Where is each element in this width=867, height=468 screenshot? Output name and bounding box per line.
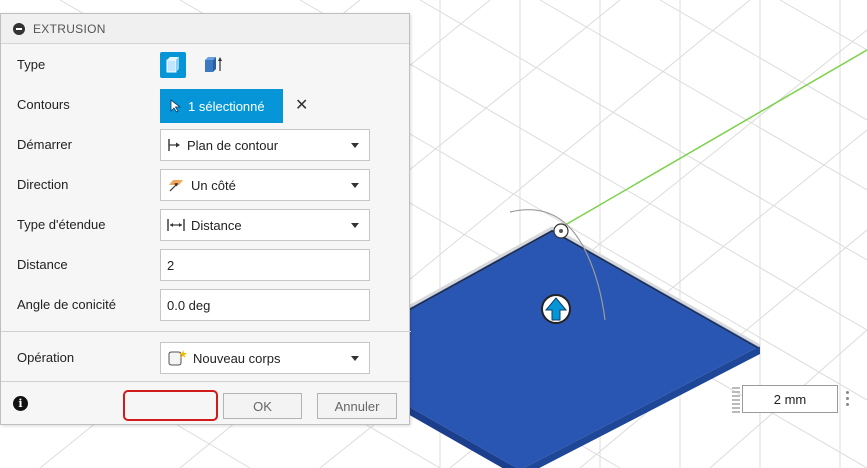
operation-value: Nouveau corps xyxy=(193,350,281,366)
solid-extrude-icon xyxy=(166,57,179,73)
type-label: Type xyxy=(17,57,46,72)
direction-value: Un côté xyxy=(191,177,236,193)
extent-type-dropdown[interactable]: Distance xyxy=(160,209,370,241)
taper-angle-label: Angle de conicité xyxy=(17,297,117,312)
chevron-down-icon xyxy=(351,183,359,188)
direction-dropdown[interactable]: Un côté xyxy=(160,169,370,201)
direction-row: Direction Un côté xyxy=(13,165,399,205)
start-label: Démarrer xyxy=(17,137,72,152)
extent-type-row: Type d'étendue Distance xyxy=(13,205,399,245)
start-row: Démarrer Plan de contour xyxy=(13,125,399,165)
distance-icon xyxy=(167,219,185,231)
contours-selection-text: 1 sélectionné xyxy=(188,98,265,114)
direction-label: Direction xyxy=(17,177,69,192)
distance-input[interactable]: 2 xyxy=(160,249,370,281)
extent-type-value: Distance xyxy=(191,217,242,233)
ok-button[interactable]: OK xyxy=(223,393,302,419)
taper-angle-row: Angle de conicité 0.0 deg xyxy=(13,285,399,325)
chevron-down-icon xyxy=(351,223,359,228)
cancel-button[interactable]: Annuler xyxy=(317,393,397,419)
grip-icon[interactable] xyxy=(732,385,740,413)
one-side-icon xyxy=(169,180,183,192)
dimension-input[interactable]: 2 mm xyxy=(742,385,838,413)
contours-label: Contours xyxy=(17,97,70,112)
panel-footer: i OK Annuler xyxy=(1,381,409,424)
section-divider xyxy=(1,331,411,332)
extrude-arrow-icon[interactable] xyxy=(541,294,571,324)
start-dropdown[interactable]: Plan de contour xyxy=(160,129,370,161)
distance-label: Distance xyxy=(17,257,68,272)
extent-type-label: Type d'étendue xyxy=(17,217,106,232)
clear-selection-icon[interactable]: ✕ xyxy=(295,95,308,115)
panel-title: EXTRUSION xyxy=(33,21,106,36)
dimension-widget: 2 mm xyxy=(732,383,862,415)
chevron-down-icon xyxy=(351,356,359,361)
collapse-icon[interactable] xyxy=(13,22,25,35)
more-menu-icon[interactable] xyxy=(846,389,850,409)
distance-row: Distance 2 xyxy=(13,245,399,285)
highlight-box xyxy=(123,390,218,421)
type-thin-button[interactable] xyxy=(200,52,226,78)
chevron-down-icon xyxy=(351,143,359,148)
profile-plane-icon xyxy=(168,139,180,151)
type-solid-button[interactable] xyxy=(160,52,186,78)
taper-angle-input[interactable]: 0.0 deg xyxy=(160,289,370,321)
extrusion-panel: EXTRUSION Type Contours 1 sélectionné ✕ … xyxy=(0,13,411,425)
start-value: Plan de contour xyxy=(187,137,279,153)
type-row: Type xyxy=(13,45,399,85)
operation-row: Opération Nouveau corps xyxy=(13,338,399,378)
extrusion-form: Type Contours 1 sélectionné ✕ Démarrer P… xyxy=(1,45,411,378)
info-icon[interactable]: i xyxy=(13,396,28,411)
new-body-icon xyxy=(168,350,187,366)
contours-row: Contours 1 sélectionné ✕ xyxy=(13,85,399,125)
operation-label: Opération xyxy=(17,350,75,365)
contours-select-button[interactable]: 1 sélectionné xyxy=(160,89,283,123)
thin-extrude-icon xyxy=(205,57,222,72)
cursor-arrow-icon xyxy=(170,99,182,113)
operation-dropdown[interactable]: Nouveau corps xyxy=(160,342,370,374)
panel-header[interactable]: EXTRUSION xyxy=(1,14,409,44)
